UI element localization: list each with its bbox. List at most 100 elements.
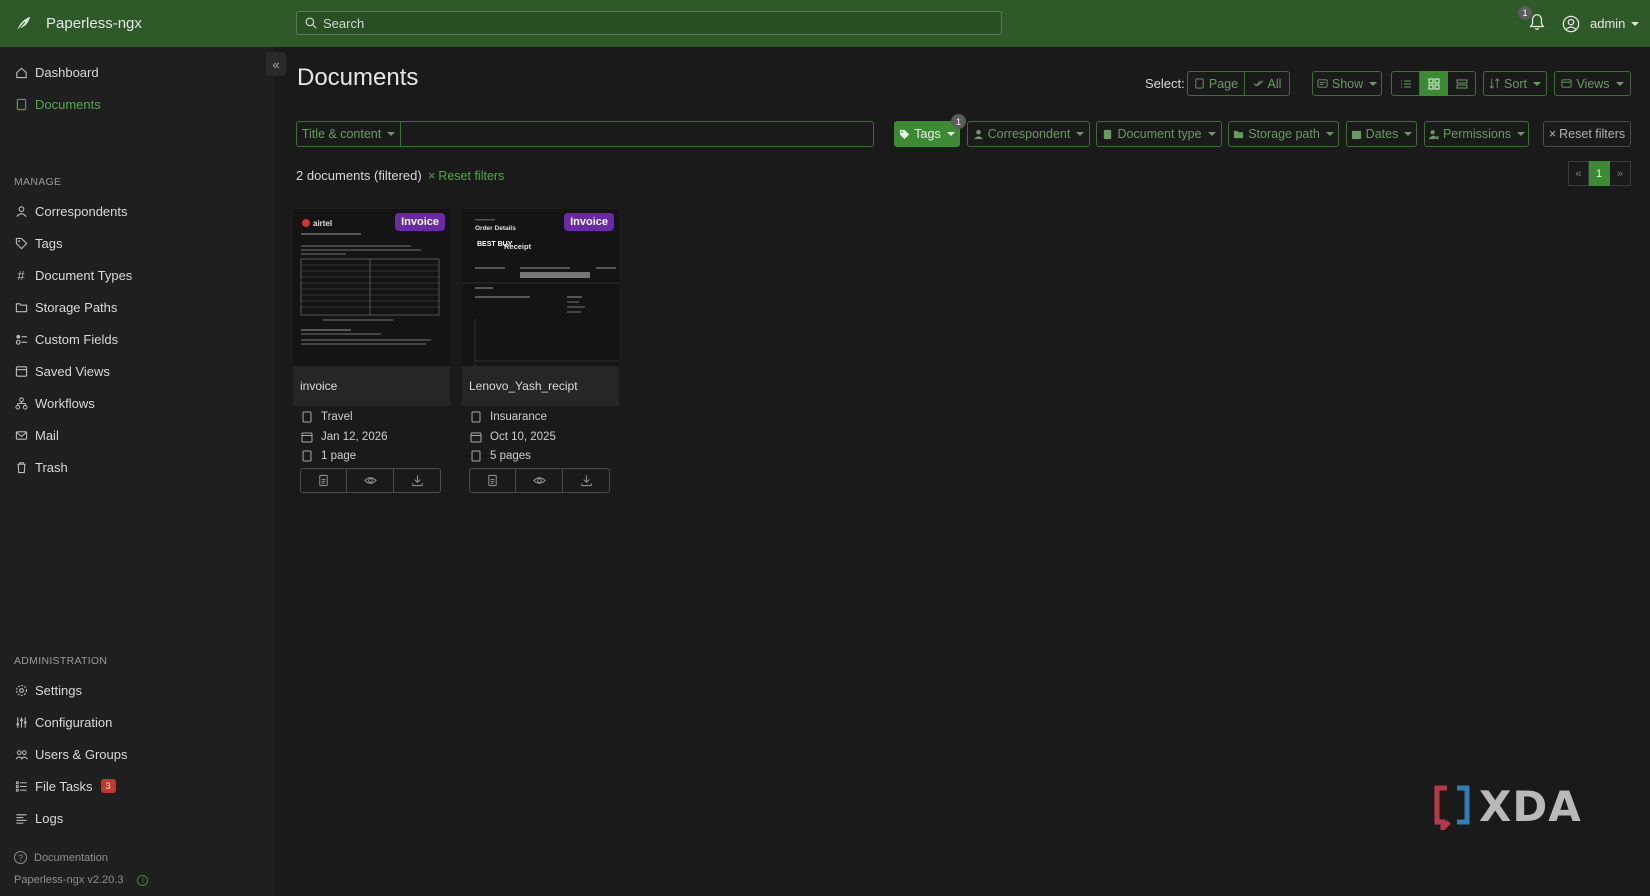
tags-icon	[900, 129, 910, 139]
sidebar-item-mail[interactable]: Mail	[14, 425, 59, 445]
preview-button[interactable]	[516, 468, 563, 493]
preview-button[interactable]	[347, 468, 394, 493]
sidebar-item-document-types[interactable]: # Document Types	[14, 265, 132, 285]
sidebar-item-workflows[interactable]: Workflows	[14, 393, 95, 413]
permissions-filter-dropdown[interactable]: Permissions	[1424, 121, 1529, 147]
pages-icon	[302, 450, 312, 462]
pagination-page[interactable]: 1	[1589, 161, 1610, 186]
file-text-icon	[319, 474, 328, 487]
pagination-next[interactable]: »	[1610, 161, 1631, 186]
tags-filter-label: Tags	[914, 127, 941, 141]
title-content-label: Title & content	[301, 127, 382, 141]
document-card[interactable]: airtel Invoice invoice Travel Jan 12, 20…	[293, 209, 450, 499]
reset-filters-button[interactable]: × Reset filters	[1543, 121, 1631, 147]
list-view-button[interactable]	[1391, 71, 1420, 96]
large-card-view-button[interactable]	[1448, 71, 1476, 96]
open-details-button[interactable]	[300, 468, 347, 493]
sidebar-item-file-tasks[interactable]: File Tasks 3	[14, 776, 116, 796]
list-task-icon	[14, 779, 28, 793]
eye-icon	[363, 477, 377, 484]
reset-filters-link[interactable]: × Reset filters	[428, 169, 504, 183]
documentation-link[interactable]: ? Documentation	[14, 851, 108, 864]
close-icon: ×	[428, 169, 436, 183]
sidebar-item-tags[interactable]: Tags	[14, 233, 62, 253]
select-page-button[interactable]: Page	[1187, 71, 1245, 96]
trash-icon	[14, 460, 28, 474]
sidebar-item-label: File Tasks	[35, 778, 93, 794]
sort-dropdown[interactable]: Sort	[1483, 71, 1547, 96]
select-page-label: Page	[1208, 76, 1239, 91]
house-icon	[14, 65, 28, 79]
correspondent-filter-dropdown[interactable]: Correspondent	[967, 121, 1090, 147]
sidebar-item-label: Saved Views	[35, 363, 110, 379]
grid-view-button[interactable]	[1420, 71, 1448, 96]
sidebar-item-correspondents[interactable]: Correspondents	[14, 201, 128, 221]
storage-path-filter-dropdown[interactable]: Storage path	[1228, 121, 1339, 147]
document-thumbnail[interactable]: airtel Invoice	[293, 209, 450, 366]
views-dropdown[interactable]: Views	[1554, 71, 1631, 96]
document-title[interactable]: Lenovo_Yash_recipt	[462, 366, 619, 406]
person-icon	[14, 204, 28, 218]
document-type-value: Insuarance	[490, 411, 547, 423]
sidebar-item-label: Documents	[35, 96, 101, 112]
collapse-sidebar-button[interactable]: «	[266, 52, 286, 76]
file-icon	[1195, 78, 1204, 89]
person-lock-icon	[1428, 129, 1439, 139]
document-thumbnail[interactable]: Order Details BEST BUY Receipt Invoice	[462, 209, 619, 366]
search-icon	[305, 17, 317, 29]
download-button[interactable]	[563, 468, 610, 493]
person-icon	[973, 129, 983, 139]
document-pages-meta: 1 page	[301, 450, 356, 462]
user-name: admin	[1590, 16, 1626, 31]
sidebar-item-configuration[interactable]: Configuration	[14, 712, 112, 732]
sidebar-item-storage-paths[interactable]: Storage Paths	[14, 297, 117, 317]
select-all-button[interactable]: All	[1245, 71, 1290, 96]
chevron-down-icon	[1631, 21, 1640, 26]
dates-filter-dropdown[interactable]: Dates	[1346, 121, 1417, 147]
display-mode-group	[1391, 71, 1476, 96]
sidebar-item-label: Storage Paths	[35, 299, 118, 315]
eye-icon	[532, 477, 546, 484]
pages-icon	[471, 450, 481, 462]
sidebar-item-logs[interactable]: Logs	[14, 808, 63, 828]
document-type-meta[interactable]: Travel	[301, 411, 353, 423]
brand[interactable]: Paperless-ngx	[14, 0, 142, 47]
sidebar-item-documents[interactable]: Documents	[14, 94, 101, 114]
document-title[interactable]: invoice	[293, 366, 450, 406]
tag-badge[interactable]: Invoice	[395, 213, 445, 231]
document-date-value: Oct 10, 2025	[490, 431, 556, 443]
sidebar-item-saved-views[interactable]: Saved Views	[14, 361, 110, 381]
sidebar-item-trash[interactable]: Trash	[14, 457, 68, 477]
document-type-filter-label: Document type	[1117, 127, 1202, 141]
file-icon	[302, 411, 312, 423]
document-card[interactable]: Order Details BEST BUY Receipt Invoice L…	[462, 209, 619, 499]
document-type-meta[interactable]: Insuarance	[470, 411, 547, 423]
administration-heading: ADMINISTRATION	[14, 655, 108, 667]
title-content-input[interactable]	[401, 121, 874, 147]
show-dropdown[interactable]: Show	[1312, 71, 1382, 96]
permissions-filter-label: Permissions	[1442, 127, 1512, 141]
select-button-group: Page All	[1187, 71, 1290, 96]
reset-filters-link-label: Reset filters	[438, 169, 505, 183]
sidebar-item-settings[interactable]: Settings	[14, 680, 82, 700]
document-type-filter-dropdown[interactable]: Document type	[1096, 121, 1222, 147]
search-box[interactable]	[296, 11, 1002, 35]
notification-count-badge: 1	[1518, 6, 1532, 20]
title-content-dropdown[interactable]: Title & content	[296, 121, 401, 147]
user-menu[interactable]: admin	[1562, 0, 1640, 47]
info-circle-icon[interactable]: i	[137, 874, 149, 886]
sidebar-item-custom-fields[interactable]: Custom Fields	[14, 329, 118, 349]
tag-badge[interactable]: Invoice	[564, 213, 614, 231]
pagination-prev[interactable]: «	[1568, 161, 1589, 186]
open-details-button[interactable]	[469, 468, 516, 493]
search-input[interactable]	[323, 15, 983, 31]
download-button[interactable]	[394, 468, 441, 493]
sidebar-item-users-groups[interactable]: Users & Groups	[14, 744, 127, 764]
select-all-label: All	[1267, 76, 1282, 91]
chevron-double-left-icon: «	[272, 56, 280, 72]
sidebar-item-dashboard[interactable]: Dashboard	[14, 62, 99, 82]
tags-filter-dropdown[interactable]: Tags	[894, 121, 960, 147]
document-preview-image: Order Details BEST BUY Receipt	[462, 209, 619, 366]
notifications-button[interactable]: 1	[1518, 6, 1548, 33]
tags-filter-count-badge: 1	[951, 114, 966, 129]
